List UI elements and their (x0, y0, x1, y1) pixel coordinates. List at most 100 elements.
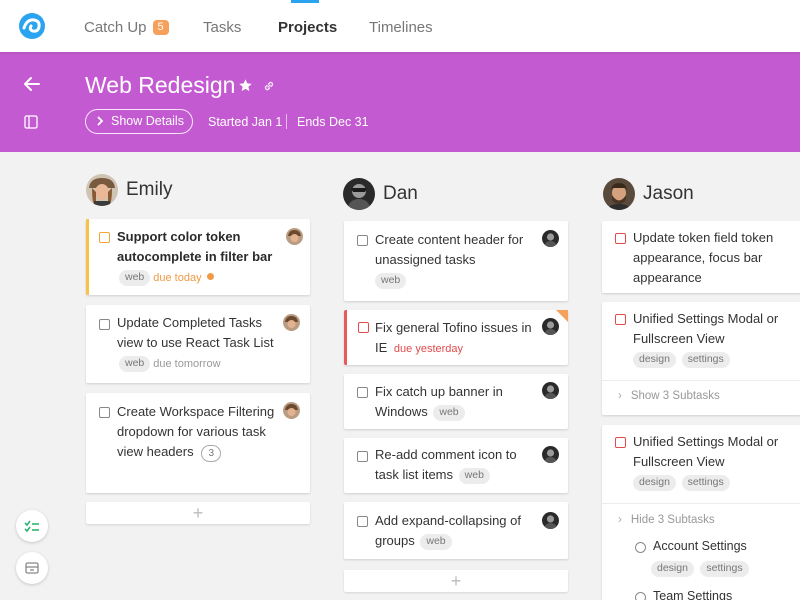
task-checkbox[interactable] (99, 407, 110, 418)
task-title: Create Workspace Filtering dropdown for … (117, 402, 277, 462)
tag-settings[interactable]: settings (700, 561, 749, 577)
date-divider (286, 114, 287, 129)
sidebar-toggle-icon[interactable] (24, 115, 38, 129)
task-card[interactable]: Support color token autocomplete in filt… (86, 219, 310, 295)
chevron-right-icon: › (618, 390, 622, 402)
avatar (86, 174, 118, 206)
project-title: Web Redesign (85, 72, 236, 98)
task-checkbox[interactable] (357, 516, 368, 527)
task-checkbox[interactable] (357, 235, 368, 246)
due-label: due yesterday (393, 343, 464, 355)
task-card[interactable]: Fix general Tofino issues in IE due yest… (344, 310, 568, 365)
tag-design[interactable]: design (633, 352, 676, 368)
task-checkbox[interactable] (99, 319, 110, 330)
task-title: Add expand-collapsing of groups web (375, 511, 540, 551)
task-card[interactable]: Unified Settings Modal or Fullscreen Vie… (602, 302, 800, 415)
show-details-label: Show Details (111, 114, 184, 128)
subtask-checkbox[interactable] (635, 542, 646, 553)
nav-item-label: Catch Up (84, 19, 147, 36)
task-title: Fix general Tofino issues in IE due yest… (375, 318, 535, 359)
assignee-avatar[interactable] (542, 446, 559, 463)
task-title: Support color token autocomplete in filt… (117, 227, 285, 288)
comment-count-badge[interactable]: 3 (201, 445, 222, 462)
task-card[interactable]: Re-add comment icon to task list items w… (344, 438, 568, 493)
top-navigation: Catch Up 5 Tasks Projects Timelines (0, 0, 800, 52)
tag-settings[interactable]: settings (681, 475, 730, 491)
task-title-text: Unified Settings Modal or Fullscreen Vie… (633, 434, 779, 469)
project-header: Web Redesign Show Details Started Jan 1 … (0, 52, 800, 152)
show-details-button[interactable]: Show Details (85, 109, 193, 134)
due-label: due tomorrow (153, 358, 221, 370)
catch-up-count-badge: 5 (152, 20, 169, 35)
assignee-avatar[interactable] (283, 402, 300, 419)
task-checkbox[interactable] (358, 322, 369, 333)
add-task-button[interactable]: + (344, 570, 568, 592)
flag-corner-icon (556, 310, 568, 322)
task-title: Unified Settings Modal or Fullscreen Vie… (633, 432, 798, 492)
end-date: Ends Dec 31 (297, 115, 369, 129)
tag-design[interactable]: design (651, 561, 694, 577)
assignee-avatar[interactable] (283, 314, 300, 331)
tag-web[interactable]: web (119, 270, 151, 286)
task-title-text: Re-add comment icon to task list items (375, 447, 517, 482)
task-checkbox[interactable] (615, 314, 626, 325)
tag-web[interactable]: web (375, 273, 407, 289)
start-date: Started Jan 1 (208, 115, 283, 129)
tag-web[interactable]: web (119, 356, 151, 372)
checklist-button[interactable] (16, 510, 48, 542)
task-card[interactable]: Create content header for unassigned tas… (344, 221, 568, 301)
column-name: Jason (643, 183, 694, 204)
task-card[interactable]: Create Workspace Filtering dropdown for … (86, 393, 310, 493)
task-title-text: Create Workspace Filtering dropdown for … (117, 404, 275, 459)
task-card[interactable]: Fix catch up banner in Windows web (344, 374, 568, 429)
tag-web[interactable]: web (458, 468, 490, 484)
task-checkbox[interactable] (99, 232, 110, 243)
plus-icon: + (450, 571, 462, 591)
subtask-checkbox[interactable] (635, 592, 646, 600)
task-checkbox[interactable] (357, 451, 368, 462)
tag-design[interactable]: design (633, 475, 676, 491)
hide-subtasks-toggle[interactable]: › Hide 3 Subtasks (618, 514, 715, 526)
arrow-left-icon[interactable] (22, 76, 42, 92)
star-icon[interactable] (238, 78, 253, 93)
archive-box-icon (25, 562, 39, 574)
subtasks-toggle-label: Hide 3 Subtasks (630, 514, 715, 526)
assignee-avatar[interactable] (542, 512, 559, 529)
task-title: Fix catch up banner in Windows web (375, 382, 535, 422)
app-logo[interactable] (18, 12, 46, 40)
assignee-avatar[interactable] (286, 228, 303, 245)
card-divider (602, 503, 800, 504)
task-card[interactable]: Update token field token appearance, foc… (602, 221, 800, 293)
task-card[interactable]: Unified Settings Modal or Fullscreen Vie… (602, 425, 800, 600)
assignee-avatar[interactable] (542, 382, 559, 399)
column-header-dan: Dan (343, 178, 418, 210)
task-checkbox[interactable] (615, 233, 626, 244)
due-label: due today (153, 272, 202, 284)
archive-button[interactable] (16, 552, 48, 584)
subtasks-toggle-label: Show 3 Subtasks (630, 390, 720, 402)
checklist-icon (24, 520, 39, 533)
task-checkbox[interactable] (615, 437, 626, 448)
link-icon[interactable] (262, 79, 276, 93)
subtask-title[interactable]: Team Settings (653, 589, 732, 600)
assignee-avatar[interactable] (542, 318, 559, 335)
task-checkbox[interactable] (357, 387, 368, 398)
task-title-text: Support color token autocomplete in filt… (117, 229, 273, 264)
task-card[interactable]: Update Completed Tasks view to use React… (86, 305, 310, 383)
nav-item-projects[interactable]: Projects (278, 19, 337, 37)
add-task-button[interactable]: + (86, 502, 310, 524)
assignee-avatar[interactable] (542, 230, 559, 247)
nav-item-tasks[interactable]: Tasks (203, 19, 241, 37)
nav-item-catch-up[interactable]: Catch Up 5 (84, 19, 169, 37)
task-title: Create content header for unassigned tas… (375, 230, 535, 290)
tag-settings[interactable]: settings (681, 352, 730, 368)
tag-web[interactable]: web (433, 405, 465, 421)
task-title: Re-add comment icon to task list items w… (375, 445, 535, 485)
tag-web[interactable]: web (420, 534, 452, 550)
chevron-right-icon (97, 116, 104, 126)
column-name: Dan (383, 183, 418, 204)
show-subtasks-toggle[interactable]: › Show 3 Subtasks (618, 390, 720, 402)
task-card[interactable]: Add expand-collapsing of groups web (344, 502, 568, 559)
subtask-title[interactable]: Account Settings (653, 539, 747, 553)
nav-item-timelines[interactable]: Timelines (369, 19, 433, 37)
